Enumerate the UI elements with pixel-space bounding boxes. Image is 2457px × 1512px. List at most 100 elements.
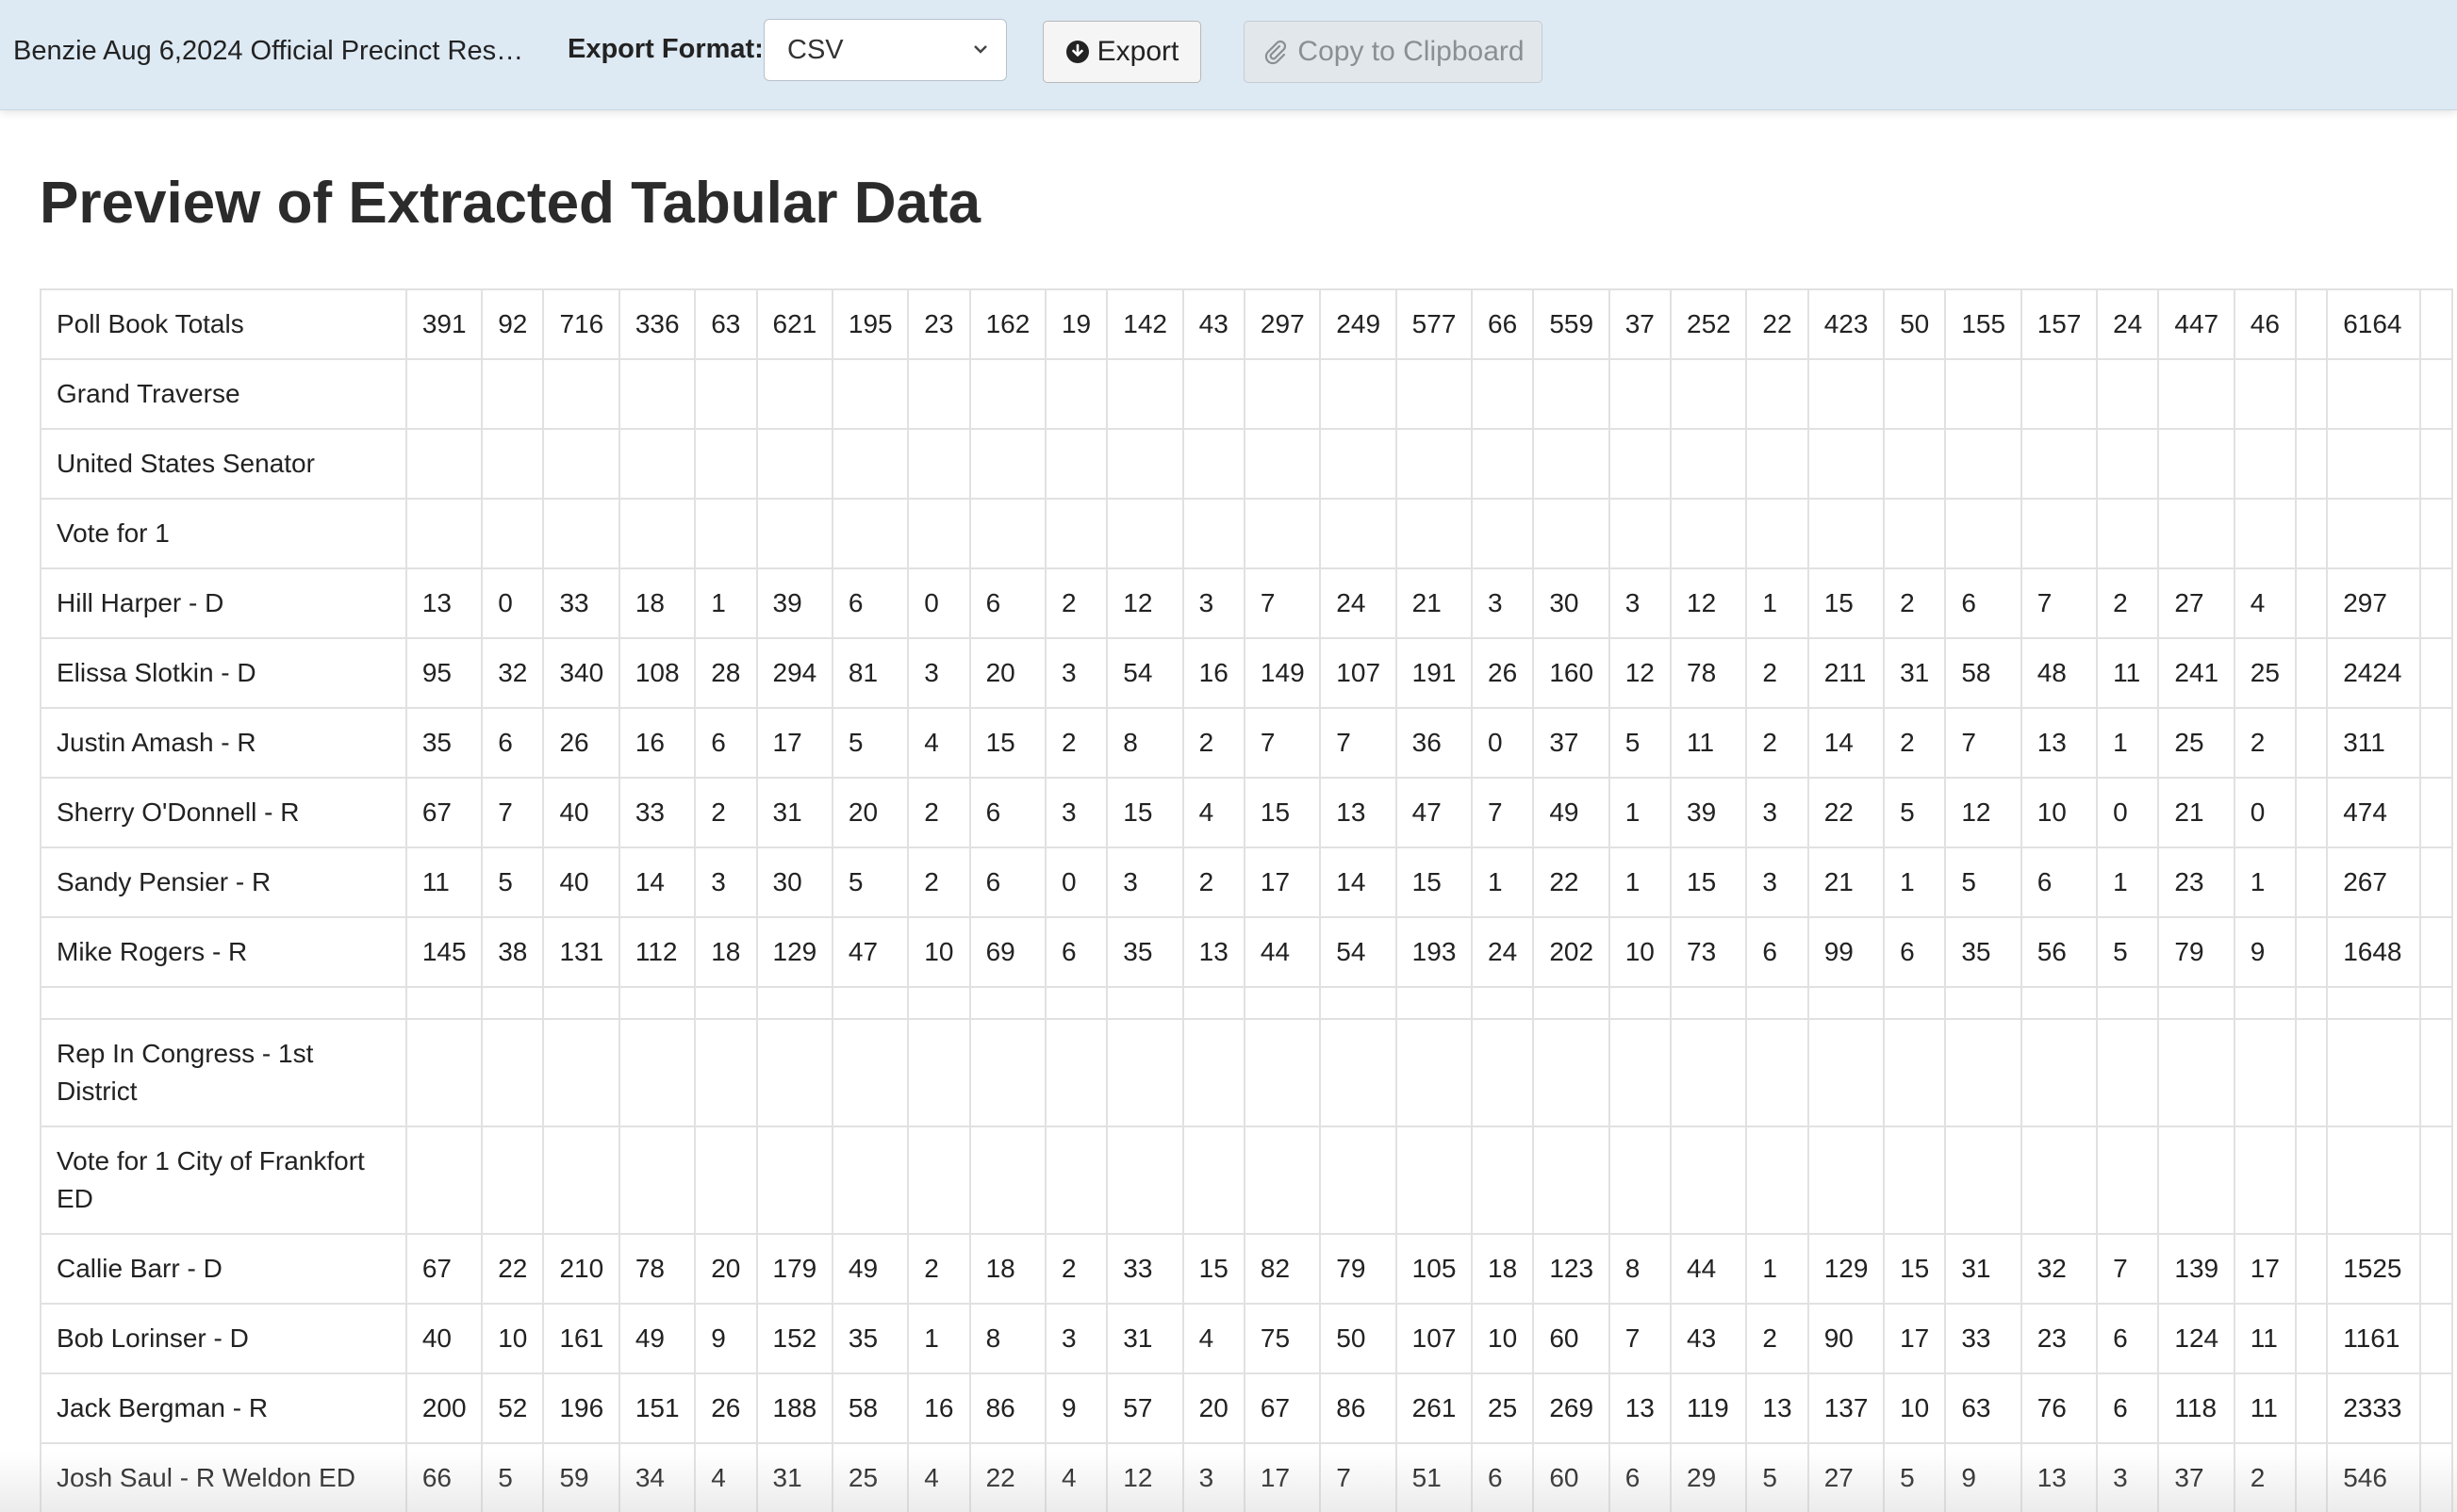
row-label: Vote for 1 City of Frankfort ED — [40, 1126, 407, 1235]
table-cell: 58 — [831, 1372, 910, 1444]
table-cell — [2020, 358, 2099, 430]
table-cell — [1181, 498, 1245, 569]
table-cell: 5 — [1745, 1442, 1809, 1512]
table-cell — [907, 498, 971, 569]
table-cell — [1806, 1018, 1886, 1127]
table-cell: 16 — [1181, 637, 1245, 709]
table-cell: 22 — [1806, 777, 1886, 848]
table-cell: 10 — [1608, 916, 1673, 988]
table-cell: 27 — [2157, 567, 2235, 639]
table-cell — [1670, 498, 1748, 569]
table-cell — [2295, 1442, 2329, 1512]
table-cell: 9 — [1044, 1372, 1109, 1444]
table-cell — [2418, 1442, 2454, 1512]
table-cell: 43 — [1181, 288, 1245, 360]
table-cell: 32 — [2020, 1233, 2099, 1305]
table-cell — [1319, 358, 1397, 430]
table-cell — [1670, 428, 1748, 500]
export-button-label: Export — [1097, 36, 1179, 67]
table-row: Grand Traverse — [40, 358, 2454, 430]
table-cell: 76 — [2020, 1372, 2099, 1444]
table-cell: 22 — [968, 1442, 1047, 1512]
table-cell — [755, 428, 833, 500]
table-cell: 35 — [1106, 916, 1184, 988]
table-cell — [1608, 1018, 1673, 1127]
table-cell: 12 — [1106, 567, 1184, 639]
table-cell: 8 — [1608, 1233, 1673, 1305]
table-cell: 40 — [404, 1303, 484, 1374]
table-cell: 31 — [1944, 1233, 2022, 1305]
table-cell — [2295, 846, 2329, 918]
table-cell: 118 — [2157, 1372, 2235, 1444]
table-cell — [831, 1126, 910, 1235]
table-cell: 10 — [1883, 1372, 1947, 1444]
table-cell: 2 — [907, 777, 971, 848]
table-cell: 18 — [694, 916, 758, 988]
table-cell: 145 — [404, 916, 484, 988]
table-cell: 66 — [404, 1442, 484, 1512]
table-cell: 20 — [831, 777, 910, 848]
row-label: Callie Barr - D — [40, 1233, 407, 1305]
table-cell — [2418, 916, 2454, 988]
table-cell — [2326, 1126, 2421, 1235]
table-cell: 2 — [1181, 707, 1245, 779]
table-cell — [1944, 498, 2022, 569]
table-cell: 29 — [1670, 1442, 1748, 1512]
table-cell — [1471, 1018, 1535, 1127]
table-cell: 252 — [1670, 288, 1748, 360]
table-cell — [1532, 986, 1610, 1020]
table-cell: 7 — [2096, 1233, 2160, 1305]
table-cell: 3 — [1044, 637, 1109, 709]
table-cell — [1608, 986, 1673, 1020]
table-cell — [618, 1018, 697, 1127]
table-cell: 17 — [1243, 1442, 1322, 1512]
table-cell: 20 — [694, 1233, 758, 1305]
table-cell — [1394, 986, 1474, 1020]
table-cell — [1806, 498, 1886, 569]
table-row: Jack Bergman - R 200 52 196 151 26 188 58 16 86 9 5… — [40, 1372, 2454, 1444]
table-cell — [2418, 846, 2454, 918]
table-cell: 23 — [907, 288, 971, 360]
table-cell — [907, 358, 971, 430]
table-cell: 24 — [1471, 916, 1535, 988]
table-cell: 15 — [968, 707, 1047, 779]
table-cell — [2157, 428, 2235, 500]
table-cell — [1532, 1018, 1610, 1127]
table-cell: 20 — [968, 637, 1047, 709]
table-cell — [1745, 358, 1809, 430]
table-cell: 6 — [1608, 1442, 1673, 1512]
table-cell: 1 — [1745, 567, 1809, 639]
table-cell: 28 — [694, 637, 758, 709]
table-cell — [2096, 986, 2160, 1020]
table-cell — [1806, 358, 1886, 430]
table-cell: 297 — [1243, 288, 1322, 360]
row-label: Rep In Congress - 1st District — [40, 1018, 407, 1127]
table-cell: 25 — [831, 1442, 910, 1512]
table-cell: 3 — [1044, 777, 1109, 848]
table-cell: 447 — [2157, 288, 2235, 360]
table-cell: 1 — [1608, 777, 1673, 848]
export-format-select[interactable]: CSV — [764, 19, 1007, 81]
table-cell: 17 — [755, 707, 833, 779]
table-cell: 15 — [1243, 777, 1322, 848]
table-cell: 3 — [1106, 846, 1184, 918]
table-cell — [1394, 358, 1474, 430]
table-cell — [2233, 1126, 2298, 1235]
table-cell: 11 — [2233, 1303, 2298, 1374]
export-button[interactable]: Export — [1043, 21, 1201, 83]
table-cell — [1883, 986, 1947, 1020]
table-cell: 15 — [1181, 1233, 1245, 1305]
table-cell: 35 — [404, 707, 484, 779]
copy-to-clipboard-button[interactable]: Copy to Clipboard — [1244, 21, 1542, 83]
table-cell — [1319, 428, 1397, 500]
table-cell — [1471, 1126, 1535, 1235]
table-cell: 73 — [1670, 916, 1748, 988]
table-cell: 37 — [1608, 288, 1673, 360]
table-cell: 142 — [1106, 288, 1184, 360]
table-cell: 34 — [618, 1442, 697, 1512]
table-cell — [1243, 498, 1322, 569]
table-cell: 10 — [907, 916, 971, 988]
table-cell — [1745, 428, 1809, 500]
table-cell — [481, 358, 545, 430]
table-row: Hill Harper - D 13 0 33 18 1 39 6 0 6 2 12 3 7 24 21 3 30… — [40, 567, 2454, 639]
